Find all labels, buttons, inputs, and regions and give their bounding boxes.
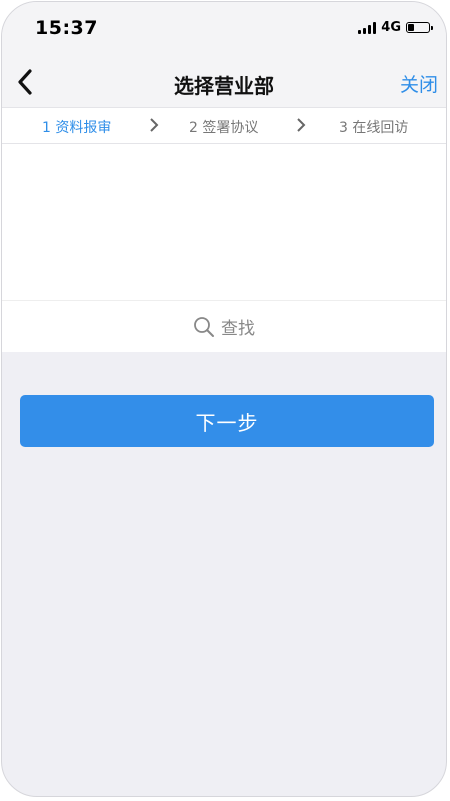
step-3: 3 在线回访 — [339, 120, 409, 136]
search-button[interactable]: 查找 — [2, 300, 446, 352]
close-button[interactable]: 关闭 — [400, 70, 438, 97]
signal-icon — [358, 21, 377, 34]
step-1: 1 资料报审 — [42, 120, 112, 136]
network-type: 4G — [381, 20, 401, 35]
status-time: 15:37 — [35, 17, 98, 39]
chevron-right-icon — [297, 118, 306, 132]
step-2: 2 签署协议 — [189, 120, 259, 136]
status-bar: 15:37 4G — [2, 2, 446, 58]
chevron-right-icon — [150, 118, 159, 132]
phone-screen: 15:37 4G 选择营业部 关闭 1 资料报审 2 签署协议 3 在线回访 查… — [1, 1, 447, 797]
search-label: 查找 — [221, 319, 255, 339]
battery-level — [408, 24, 414, 31]
step-indicator: 1 资料报审 2 签署协议 3 在线回访 — [2, 107, 446, 144]
battery-icon — [406, 22, 433, 33]
status-indicators: 4G — [358, 20, 433, 35]
navigation-bar: 选择营业部 关闭 — [2, 58, 446, 107]
next-step-button[interactable]: 下一步 — [20, 395, 434, 447]
search-icon — [194, 316, 214, 337]
page-title: 选择营业部 — [174, 74, 274, 98]
branch-list-area — [2, 144, 446, 300]
